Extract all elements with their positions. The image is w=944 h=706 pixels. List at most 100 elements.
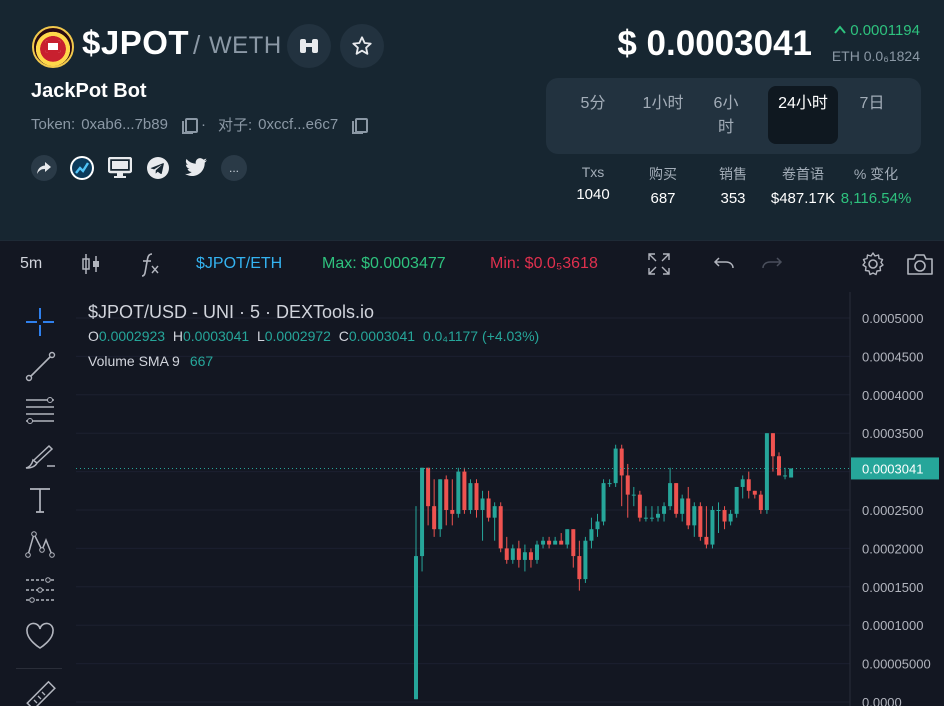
- share-button[interactable]: [31, 155, 57, 181]
- candle-body: [577, 556, 582, 580]
- y-tick-label: 0.0001500: [862, 580, 923, 595]
- candle-body: [450, 510, 455, 514]
- candle-body: [668, 483, 673, 507]
- pair-selector[interactable]: $JPOT/ETH: [196, 255, 282, 273]
- candle-body: [662, 506, 667, 514]
- token-symbol: $JPOT: [82, 24, 190, 61]
- change-value: 0.0₄1177 (+4.03%): [422, 328, 540, 344]
- candle-body: [462, 471, 467, 510]
- candle: [789, 468, 794, 478]
- stat-value: 8,116.54%: [840, 190, 912, 207]
- more-links-button[interactable]: ...: [221, 155, 247, 181]
- pair-address-label: 对子:: [217, 117, 253, 134]
- last-price-label: 0.0003041: [862, 461, 923, 476]
- social-links: ...: [31, 154, 247, 182]
- stat-label: % 变化: [853, 166, 899, 182]
- chart-type-button[interactable]: [80, 252, 102, 281]
- candle-body: [710, 510, 715, 545]
- candle-body: [498, 506, 503, 549]
- candle: [734, 486, 739, 518]
- high-value: 0.0003041: [182, 328, 250, 344]
- undo-button[interactable]: [713, 255, 735, 278]
- dextools-link[interactable]: [69, 154, 95, 182]
- candle-body: [559, 540, 564, 545]
- candle-body: [583, 540, 588, 580]
- open-label: O: [88, 328, 99, 344]
- candle-body: [698, 506, 703, 537]
- candle-body: [553, 540, 558, 545]
- low-value: 0.0002972: [264, 328, 331, 344]
- candle-body: [504, 548, 509, 560]
- candle-body: [752, 490, 757, 495]
- price-axis[interactable]: 0.0005000 0.0004500 0.0004000 0.0003500 0.00…: [862, 311, 931, 706]
- candle-body: [656, 513, 660, 518]
- candle-body: [758, 494, 763, 510]
- y-tick-label: 0.0004000: [862, 388, 923, 403]
- tab-7d[interactable]: 7日: [850, 86, 894, 144]
- stat-label: Txs: [581, 164, 605, 180]
- stat-change: % 变化 8,116.54%: [836, 164, 916, 207]
- star-icon: [352, 36, 372, 55]
- stat-buys: 购买 687: [628, 164, 698, 207]
- price-usd: $ 0.0003041: [617, 24, 812, 63]
- stat-label: 购买: [649, 166, 677, 182]
- candle-body: [522, 552, 527, 560]
- close-value: 0.0003041: [348, 328, 416, 344]
- interval-button[interactable]: 5m: [20, 255, 42, 273]
- ohlc-values: O0.0002923 H0.0003041 L0.0002972 C0.0003…: [88, 328, 539, 344]
- tab-5m[interactable]: 5分: [568, 86, 618, 144]
- chart-legend: $JPOT/USD - UNI · 5 · DEXTools.io O0.000…: [88, 302, 539, 369]
- screenshot-button[interactable]: [906, 252, 934, 281]
- favorite-button[interactable]: [340, 24, 384, 68]
- candle-body: [571, 529, 576, 557]
- telegram-link[interactable]: [145, 154, 171, 182]
- max-price-label: Max: $0.0003477: [322, 255, 446, 272]
- arrow-up-icon: [834, 25, 846, 34]
- candle-body: [547, 540, 552, 545]
- candle-body: [649, 517, 654, 519]
- redo-icon: [762, 257, 783, 269]
- twitter-link[interactable]: [183, 154, 209, 182]
- settings-button[interactable]: [860, 251, 886, 282]
- stat-volume: 卷首语 $487.17K: [768, 164, 838, 207]
- candle-body: [444, 479, 449, 510]
- redo-button[interactable]: [761, 255, 783, 278]
- max-price: Max: $0.0003477: [322, 255, 446, 273]
- twitter-icon: [185, 158, 207, 176]
- copy-pair-icon[interactable]: [352, 117, 369, 134]
- indicators-button[interactable]: [138, 251, 162, 282]
- candle-body: [480, 498, 485, 510]
- undo-icon: [713, 257, 734, 269]
- stat-label: 卷首语: [782, 166, 824, 182]
- legend-title: $JPOT/USD - UNI · 5 · DEXTools.io: [88, 302, 375, 322]
- chart-toolbar: 5m $JPOT/ETH Max: $0.0003477 Min: $0.0₅3…: [0, 240, 944, 288]
- candle: [583, 536, 588, 583]
- candle-body: [516, 548, 521, 560]
- pair-stats: Txs 1040 购买 687 销售 353 卷首语 $487.17K % 变化…: [558, 164, 928, 214]
- token-header: $JPOT / WETH JackPot Bot Token: 0xab6...…: [0, 0, 944, 240]
- open-value: 0.0002923: [98, 328, 166, 344]
- copy-token-icon[interactable]: [181, 117, 198, 134]
- tab-24h[interactable]: 24小时: [768, 86, 838, 144]
- candle-body: [432, 506, 437, 530]
- price-change-value: 0.0001194: [850, 22, 920, 39]
- candle-body: [777, 456, 781, 476]
- y-tick-label: 0.0002000: [862, 541, 923, 556]
- dextools-icon: [70, 156, 94, 180]
- close-label: C: [338, 328, 349, 344]
- min-price-label: Min: $0.0₅3618: [490, 255, 598, 272]
- min-price: Min: $0.0₅3618: [490, 255, 598, 273]
- candle-body: [716, 510, 721, 511]
- fullscreen-button[interactable]: [648, 253, 670, 280]
- low-label: L: [256, 328, 265, 344]
- price-change: 0.0001194: [834, 22, 920, 39]
- candle-body: [541, 540, 546, 545]
- stat-value: 353: [720, 190, 746, 207]
- tab-1h[interactable]: 1小时: [638, 86, 688, 144]
- website-link[interactable]: [107, 154, 133, 182]
- tab-6h[interactable]: 6小时: [706, 86, 746, 144]
- watch-button[interactable]: [287, 24, 331, 68]
- candle-body: [783, 475, 788, 477]
- candle-body: [468, 483, 473, 510]
- fullscreen-icon: [648, 253, 670, 275]
